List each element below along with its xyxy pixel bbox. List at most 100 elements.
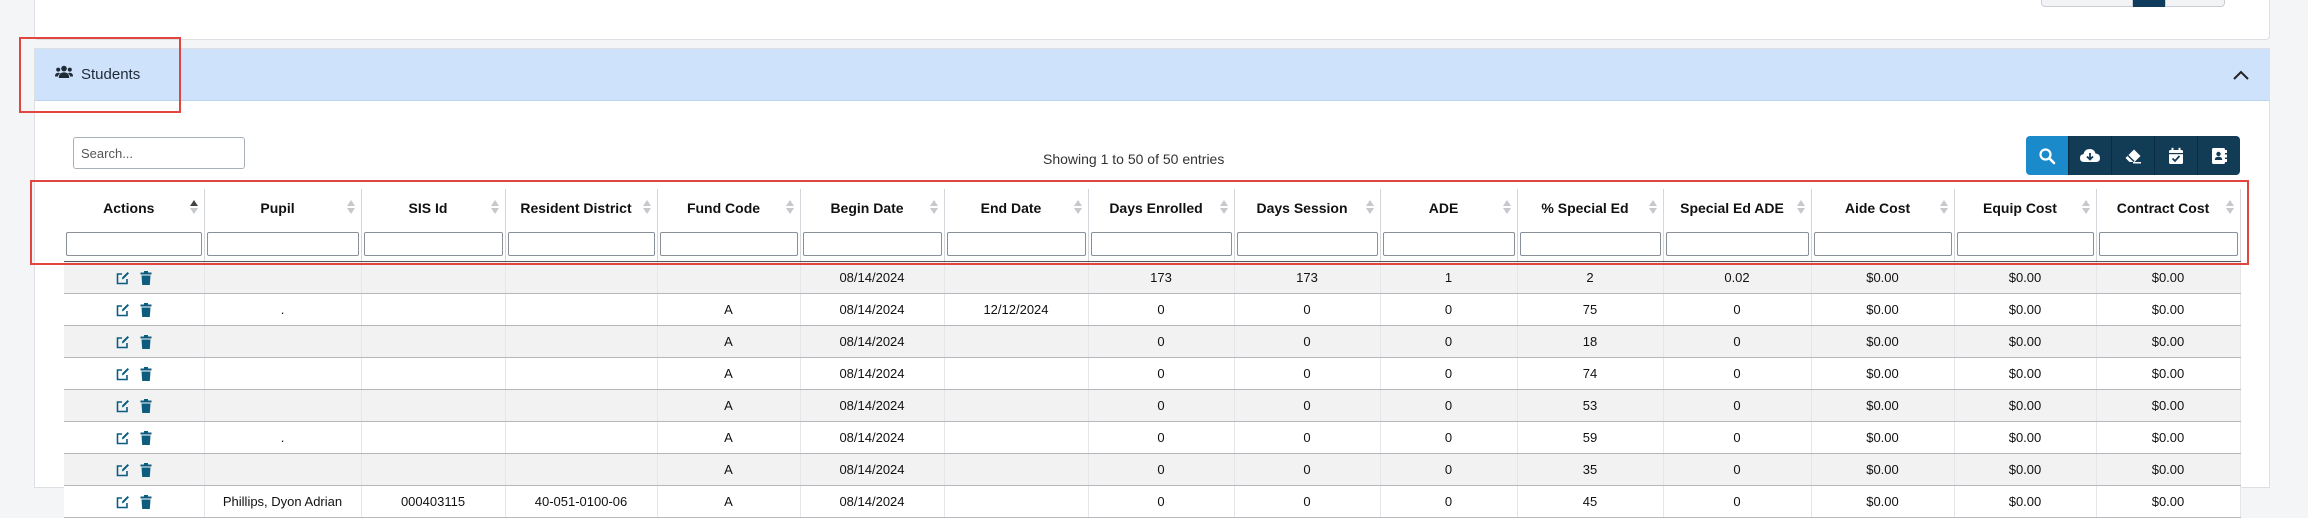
filter-input-actions[interactable] — [66, 232, 202, 256]
pagination-prev-button[interactable] — [2041, 0, 2133, 7]
cell-resident-district — [505, 357, 658, 390]
trash-icon[interactable] — [140, 399, 152, 414]
search-input[interactable] — [73, 137, 245, 169]
table-row[interactable]: . A 08/14/2024 0 0 0 59 0 $0.00 $0.00 $0.00 — [64, 421, 2241, 454]
cell-fund-code: A — [657, 421, 801, 454]
sort-icon — [189, 200, 198, 214]
students-card-header[interactable]: Students — [35, 49, 2269, 101]
filter-input-contract-cost[interactable] — [2098, 232, 2238, 256]
edit-icon[interactable] — [116, 399, 130, 413]
cell-days-enrolled: 0 — [1088, 485, 1235, 518]
cell-begin-date: 08/14/2024 — [800, 325, 945, 358]
column-header-days-enrolled[interactable]: Days Enrolled — [1088, 189, 1235, 227]
table-row[interactable]: A 08/14/2024 0 0 0 18 0 $0.00 $0.00 $0.00 — [64, 325, 2241, 358]
filter-input-ade[interactable] — [1382, 232, 1515, 256]
cell-days-enrolled: 0 — [1088, 325, 1235, 358]
cell-fund-code: A — [657, 485, 801, 518]
pagination[interactable] — [2041, 0, 2225, 7]
edit-icon[interactable] — [116, 335, 130, 349]
cell-end-date — [944, 453, 1089, 486]
table-row[interactable]: 08/14/2024 173 173 1 2 0.02 $0.00 $0.00 $0.00 — [64, 261, 2241, 294]
cell-contract-cost: $0.00 — [2096, 357, 2241, 390]
table-row[interactable]: A 08/14/2024 0 0 0 53 0 $0.00 $0.00 $0.00 — [64, 389, 2241, 422]
trash-icon[interactable] — [140, 367, 152, 382]
cell-sis-id — [361, 261, 506, 294]
filter-input-equip-cost[interactable] — [1956, 232, 2094, 256]
edit-icon[interactable] — [116, 495, 130, 509]
column-header-fund-code[interactable]: Fund Code — [657, 189, 801, 227]
column-header-special-ed-ade[interactable]: Special Ed ADE — [1663, 189, 1812, 227]
pagination-current-page[interactable] — [2133, 0, 2165, 7]
edit-icon[interactable] — [116, 431, 130, 445]
date-button[interactable] — [2154, 136, 2197, 175]
section-title-label: Students — [81, 65, 141, 83]
table-row[interactable]: A 08/14/2024 0 0 0 35 0 $0.00 $0.00 $0.00 — [64, 453, 2241, 486]
sort-icon — [929, 200, 938, 214]
edit-icon[interactable] — [116, 271, 130, 285]
column-header-pct-special-ed[interactable]: % Special Ed — [1517, 189, 1664, 227]
collapse-button[interactable] — [2229, 63, 2253, 87]
column-header-ade[interactable]: ADE — [1380, 189, 1518, 227]
cell-ade: 1 — [1380, 261, 1518, 294]
filter-input-fund-code[interactable] — [659, 232, 798, 256]
clear-filters-button[interactable] — [2111, 136, 2154, 175]
cell-special-ed-ade: 0 — [1663, 293, 1812, 326]
sort-icon — [1219, 200, 1228, 214]
cell-ade: 0 — [1380, 357, 1518, 390]
filter-input-special-ed-ade[interactable] — [1665, 232, 1809, 256]
students-table: Actions Pupil SIS Id Resident District Fund … — [64, 189, 2241, 518]
column-header-label: Begin Date — [830, 200, 904, 216]
cell-contract-cost: $0.00 — [2096, 453, 2241, 486]
cell-fund-code: A — [657, 389, 801, 422]
column-header-aide-cost[interactable]: Aide Cost — [1811, 189, 1955, 227]
search-toggle-button[interactable] — [2026, 136, 2068, 175]
filter-input-begin-date[interactable] — [802, 232, 942, 256]
column-header-contract-cost[interactable]: Contract Cost — [2096, 189, 2241, 227]
filter-input-days-enrolled[interactable] — [1090, 232, 1232, 256]
table-row[interactable]: A 08/14/2024 0 0 0 74 0 $0.00 $0.00 $0.00 — [64, 357, 2241, 390]
trash-icon[interactable] — [140, 303, 152, 318]
cell-end-date — [944, 485, 1089, 518]
sort-icon — [785, 200, 794, 214]
section-title[interactable]: Students — [55, 65, 140, 83]
column-header-end-date[interactable]: End Date — [944, 189, 1089, 227]
cell-contract-cost: $0.00 — [2096, 261, 2241, 294]
trash-icon[interactable] — [140, 431, 152, 446]
column-header-begin-date[interactable]: Begin Date — [800, 189, 945, 227]
cell-days-session: 0 — [1234, 357, 1381, 390]
trash-icon[interactable] — [140, 271, 152, 286]
column-header-sis-id[interactable]: SIS Id — [361, 189, 506, 227]
cell-pct-special-ed: 53 — [1517, 389, 1664, 422]
trash-icon[interactable] — [140, 463, 152, 478]
column-filter-cell — [800, 227, 945, 262]
filter-input-sis-id[interactable] — [363, 232, 503, 256]
table-row[interactable]: Phillips, Dyon Adrian 000403115 40-051-010… — [64, 485, 2241, 518]
table-row[interactable]: . A 08/14/2024 12/12/2024 0 0 0 75 0 $0.00 $0.00 $0… — [64, 293, 2241, 326]
edit-icon[interactable] — [116, 463, 130, 477]
cell-pct-special-ed: 59 — [1517, 421, 1664, 454]
cell-pupil — [204, 357, 362, 390]
filter-input-days-session[interactable] — [1236, 232, 1378, 256]
trash-icon[interactable] — [140, 495, 152, 510]
column-header-actions[interactable]: Actions — [64, 189, 205, 227]
columns-button[interactable] — [2197, 136, 2240, 175]
cell-pupil: . — [204, 421, 362, 454]
column-header-days-session[interactable]: Days Session — [1234, 189, 1381, 227]
column-header-resident-district[interactable]: Resident District — [505, 189, 658, 227]
column-header-pupil[interactable]: Pupil — [204, 189, 362, 227]
edit-icon[interactable] — [116, 367, 130, 381]
cell-days-enrolled: 0 — [1088, 421, 1235, 454]
column-header-equip-cost[interactable]: Equip Cost — [1954, 189, 2097, 227]
edit-icon[interactable] — [116, 303, 130, 317]
trash-icon[interactable] — [140, 335, 152, 350]
filter-input-pct-special-ed[interactable] — [1519, 232, 1661, 256]
filter-input-aide-cost[interactable] — [1813, 232, 1952, 256]
previous-panel — [34, 0, 2270, 40]
sort-icon — [1365, 200, 1374, 214]
cell-end-date — [944, 261, 1089, 294]
filter-input-pupil[interactable] — [206, 232, 359, 256]
pagination-next-button[interactable] — [2165, 0, 2225, 7]
filter-input-end-date[interactable] — [946, 232, 1086, 256]
download-button[interactable] — [2068, 136, 2111, 175]
filter-input-resident-district[interactable] — [507, 232, 655, 256]
